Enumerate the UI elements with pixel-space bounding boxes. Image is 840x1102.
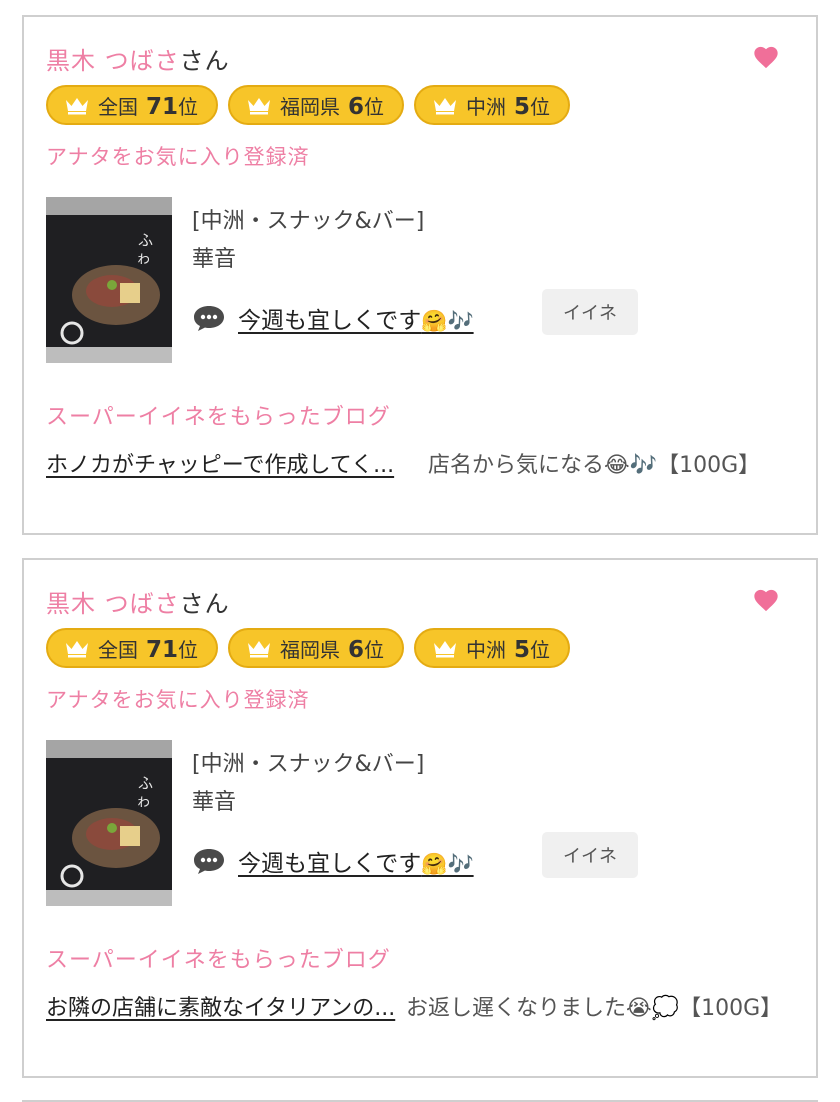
rank-label: 福岡県 — [280, 94, 341, 119]
comment-emoji: 🤗🎶 — [421, 309, 474, 333]
comment-emoji: 🤗🎶 — [421, 852, 474, 876]
crown-icon — [434, 98, 457, 115]
blog-title-link[interactable]: ホノカがチャッピーで作成してく... — [46, 449, 406, 483]
favorite-status: アナタをお気に入り登録済 — [46, 688, 310, 712]
rank-badge-prefecture[interactable]: 福岡県 6位 — [228, 85, 405, 125]
rank-badges: 全国 71位 福岡県 6位 中洲 5位 — [46, 85, 571, 125]
user-name[interactable]: 黒木 つばささん — [46, 41, 230, 76]
super-like-heading: スーパーイイネをもらったブログ — [46, 948, 391, 973]
comment-text[interactable]: 今週も宜しくです — [238, 851, 421, 877]
rank-number: 5 — [514, 93, 531, 120]
crown-icon — [248, 98, 271, 115]
user-name-text[interactable]: 黒木 つばさ — [46, 590, 180, 618]
name-suffix: さん — [179, 590, 230, 618]
rank-number: 6 — [348, 636, 365, 663]
rank-label: 全国 — [98, 94, 138, 119]
super-like-heading: スーパーイイネをもらったブログ — [46, 405, 391, 430]
rank-label: 中洲 — [466, 94, 507, 119]
heart-icon[interactable] — [752, 586, 780, 614]
shop-photo[interactable]: ふ ゎ — [46, 740, 172, 906]
svg-text:ふ: ふ — [138, 774, 153, 792]
rank-unit: 位 — [530, 637, 551, 662]
svg-text:ゎ: ゎ — [136, 249, 151, 267]
speech-bubble-icon — [194, 306, 224, 331]
comment-link[interactable]: 今週も宜しくです🤗🎶 — [238, 301, 474, 335]
user-name-text[interactable]: 黒木 つばさ — [46, 47, 180, 75]
rank-unit: 位 — [178, 94, 199, 119]
like-button[interactable]: イイネ — [542, 832, 638, 878]
rank-number: 71 — [146, 93, 179, 120]
speech-bubble-icon — [194, 849, 224, 874]
rank-number: 6 — [348, 93, 365, 120]
crown-icon — [434, 641, 457, 658]
comment-row: 今週も宜しくです🤗🎶 — [192, 844, 474, 878]
blog-comment: お返し遅くなりました😭💭【100G】 — [406, 996, 783, 1021]
rank-label: 全国 — [98, 637, 138, 662]
rank-unit: 位 — [530, 94, 551, 119]
rank-badge-area[interactable]: 中洲 5位 — [414, 85, 571, 125]
rank-label: 福岡県 — [280, 637, 341, 662]
comment-row: 今週も宜しくです🤗🎶 — [192, 301, 474, 335]
rank-badges: 全国 71位 福岡県 6位 中洲 5位 — [46, 628, 571, 668]
user-name[interactable]: 黒木 つばささん — [46, 584, 230, 619]
like-button[interactable]: イイネ — [542, 289, 638, 335]
shop-category: [中洲・スナック&バー] — [192, 209, 425, 234]
rank-unit: 位 — [364, 637, 385, 662]
rank-badge-national[interactable]: 全国 71位 — [46, 628, 219, 668]
rank-label: 中洲 — [466, 637, 507, 662]
shop-name[interactable]: 華音 — [192, 241, 236, 273]
rank-number: 71 — [146, 636, 179, 663]
rank-unit: 位 — [364, 94, 385, 119]
rank-badge-prefecture[interactable]: 福岡県 6位 — [228, 628, 405, 668]
shop-photo[interactable]: ふ ゎ — [46, 197, 172, 363]
rank-badge-national[interactable]: 全国 71位 — [46, 85, 219, 125]
crown-icon — [66, 641, 88, 658]
shop-category: [中洲・スナック&バー] — [192, 752, 425, 777]
svg-text:ふ: ふ — [138, 231, 153, 249]
comment-link[interactable]: 今週も宜しくです🤗🎶 — [238, 844, 474, 878]
favorite-status: アナタをお気に入り登録済 — [46, 145, 310, 169]
heart-icon[interactable] — [752, 43, 780, 71]
message-card: 黒木 つばささん 全国 71位 福岡県 6位 中洲 5位 アナタをお気に入り登録… — [22, 558, 818, 1078]
name-suffix: さん — [179, 47, 230, 75]
shop-name[interactable]: 華音 — [192, 784, 236, 816]
rank-badge-area[interactable]: 中洲 5位 — [414, 628, 571, 668]
message-card: 黒木 つばささん 全国 71位 福岡県 6位 中洲 5位 アナタをお気に入り登録… — [22, 15, 818, 535]
blog-title-link[interactable]: お隣の店舗に素敵なイタリアンの... — [46, 992, 396, 1026]
rank-unit: 位 — [178, 637, 199, 662]
crown-icon — [248, 641, 271, 658]
comment-text[interactable]: 今週も宜しくです — [238, 308, 421, 334]
svg-text:ゎ: ゎ — [136, 792, 151, 810]
rank-number: 5 — [514, 636, 531, 663]
blog-comment: 店名から気になる😂🎶【100G】 — [428, 453, 761, 478]
crown-icon — [66, 98, 88, 115]
